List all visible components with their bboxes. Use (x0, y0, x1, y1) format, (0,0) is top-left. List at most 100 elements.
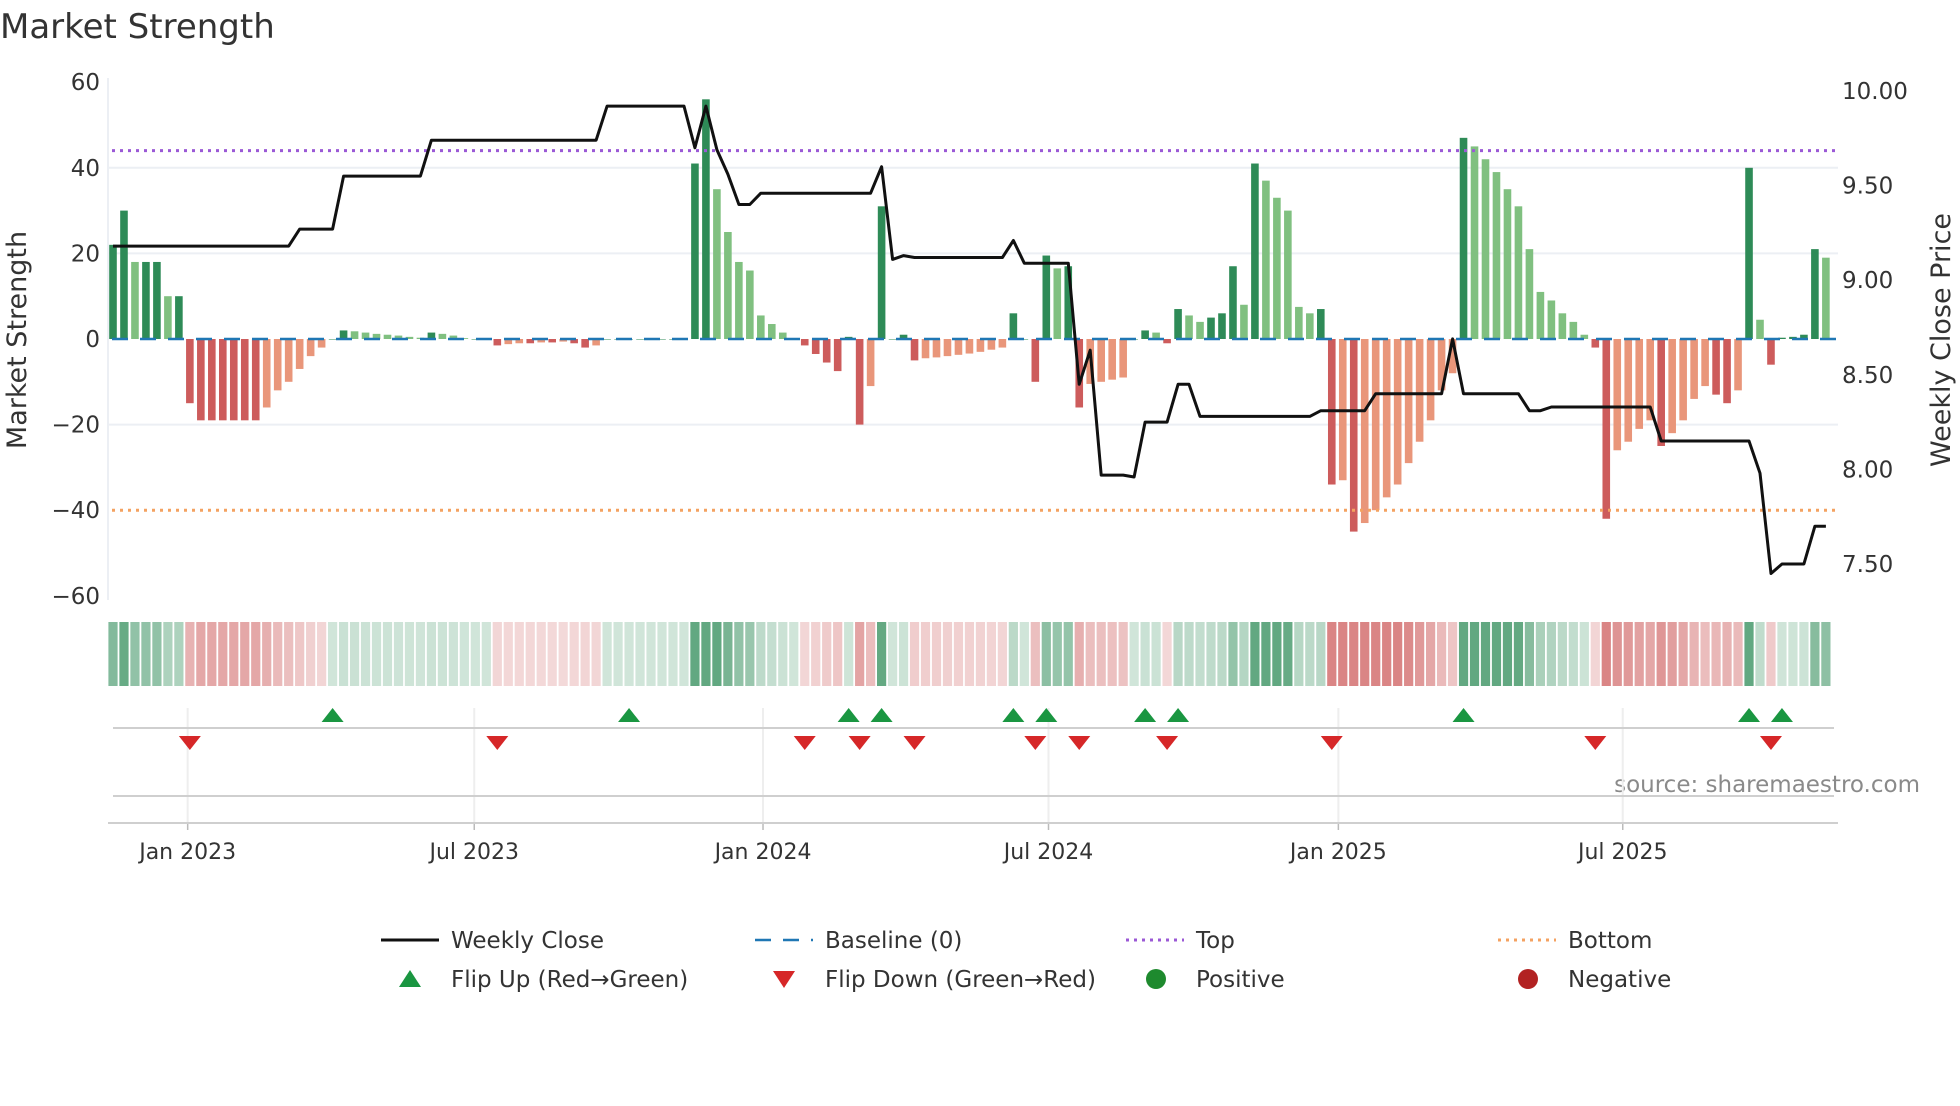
x-tick-label: Jul 2025 (1576, 840, 1668, 865)
heat-cell (1415, 622, 1425, 686)
strength-bar (1009, 313, 1018, 339)
heat-cell (1766, 622, 1776, 686)
strength-bar (1404, 339, 1413, 464)
strength-bar (954, 339, 963, 355)
y2-tick-label: 7.50 (1842, 552, 1893, 578)
y-tick-label: −20 (51, 413, 100, 439)
heat-cell (1404, 622, 1414, 686)
heat-cell (1063, 622, 1073, 686)
heat-cell (1788, 622, 1798, 686)
heat-cell (1250, 622, 1260, 686)
strength-bar (1141, 330, 1149, 339)
heat-cell (393, 622, 404, 686)
heat-cell (514, 622, 524, 686)
heat-cell (800, 622, 810, 686)
heat-cell (1184, 622, 1194, 686)
strength-bar (284, 339, 293, 382)
strength-bar (548, 339, 556, 343)
strength-bar (1822, 257, 1830, 339)
heat-cell (734, 622, 744, 686)
strength-bar (1284, 210, 1292, 339)
heat-cell (953, 622, 964, 686)
strength-bar (1668, 339, 1676, 434)
heat-cell (426, 622, 437, 686)
strength-bar (317, 339, 326, 348)
heat-cell (789, 622, 799, 686)
strength-bar (1031, 339, 1040, 382)
flip-down-marker (1320, 736, 1343, 750)
heat-cell (1019, 622, 1029, 686)
heat-cell (811, 622, 821, 686)
strength-bar (1547, 300, 1556, 339)
heat-cell (1228, 622, 1238, 686)
strength-bar (822, 339, 831, 363)
y-tick-label: 20 (71, 241, 100, 267)
strength-bar (1712, 339, 1720, 395)
strength-bar (229, 339, 238, 421)
heat-cell (1491, 622, 1502, 686)
strength-bar (932, 339, 941, 358)
strength-bar (153, 261, 161, 339)
strength-bar (735, 261, 743, 339)
strength-bar (493, 339, 502, 346)
legend-triangle-down-icon (773, 971, 795, 988)
flip-up-marker (1738, 708, 1761, 722)
heat-cell (196, 622, 206, 686)
flip-down-marker (1584, 736, 1607, 750)
heat-cell (1338, 622, 1348, 686)
heat-cell (152, 622, 162, 686)
heat-cell (470, 622, 480, 686)
strength-bar (273, 339, 282, 391)
heat-cell (1162, 622, 1172, 686)
heat-cell (108, 622, 118, 686)
heat-cell (371, 622, 382, 686)
heat-cell (338, 622, 349, 686)
y-tick-label: 0 (85, 327, 100, 353)
legend-label: Flip Down (Green→Red) (825, 967, 1096, 993)
legend-circle-icon (1518, 969, 1538, 989)
strength-bar (1240, 304, 1248, 339)
heat-cell (1195, 622, 1205, 686)
heat-cell (624, 622, 634, 686)
heat-cell (833, 622, 843, 686)
strength-bar (811, 339, 820, 354)
legend-label: Positive (1196, 967, 1285, 993)
strength-bar (724, 232, 732, 339)
heat-cell (1261, 622, 1271, 686)
heat-cell (328, 622, 338, 686)
y-tick-label: −60 (51, 584, 100, 610)
heat-cell (1096, 622, 1106, 686)
strength-bar (768, 324, 776, 339)
heat-cell (1239, 622, 1249, 686)
heat-cell (492, 622, 502, 686)
flip-down-marker (903, 736, 926, 750)
strength-bar (197, 339, 205, 421)
heat-cell (1458, 622, 1469, 686)
heat-cell (1360, 622, 1370, 686)
heat-cell (657, 622, 667, 686)
flip-up-marker (870, 708, 893, 722)
heat-cell (1173, 622, 1183, 686)
strength-bar (306, 339, 315, 357)
flip-down-marker (1156, 736, 1179, 750)
y-axis-label: Market Strength (2, 231, 33, 449)
strength-bar (1317, 309, 1325, 339)
heat-cell (1283, 622, 1293, 686)
strength-bar (1415, 339, 1424, 442)
heat-cell (1568, 622, 1578, 686)
heat-cell (1382, 622, 1392, 686)
strength-bar (1218, 313, 1226, 339)
strength-bar (1196, 321, 1204, 339)
heat-cell (756, 622, 766, 686)
heat-cell (317, 622, 327, 686)
strength-bar (1734, 339, 1742, 391)
legend-label: Bottom (1568, 928, 1652, 954)
strength-bar (175, 296, 183, 339)
strength-bar (1525, 249, 1534, 339)
heat-cell (920, 622, 931, 686)
strength-bar (1174, 309, 1182, 339)
heat-cell (1579, 622, 1589, 686)
strength-bar (636, 339, 644, 340)
strength-bar (1767, 339, 1775, 365)
strength-bar (888, 339, 897, 340)
